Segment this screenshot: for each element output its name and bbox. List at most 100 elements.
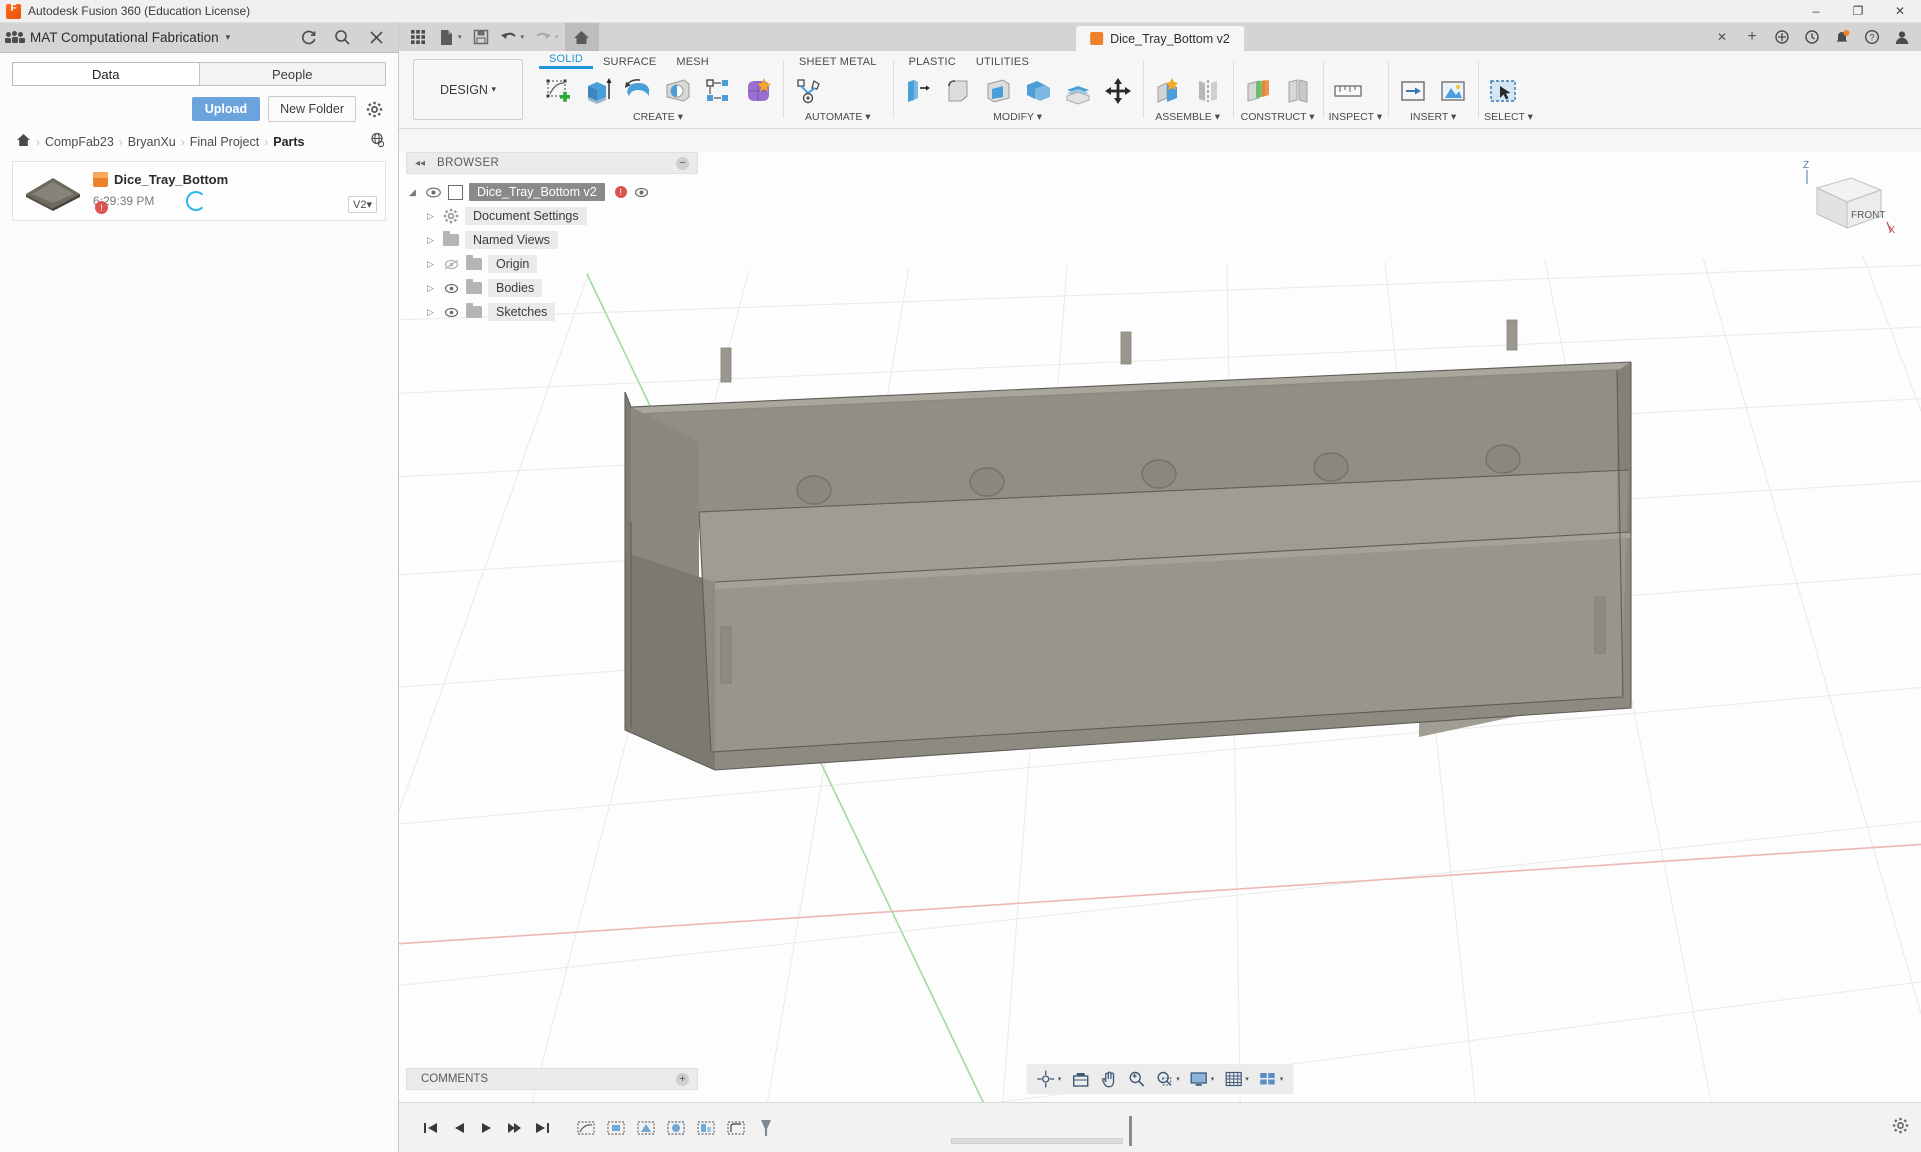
add-comment-icon[interactable]: + — [676, 1072, 689, 1086]
offset-face-icon[interactable] — [1059, 72, 1097, 110]
tab-utilities[interactable]: UTILITIES — [966, 56, 1039, 69]
list-item[interactable]: Dice_Tray_Bottom 6:29:39 PM ! V2▾ — [12, 161, 386, 221]
timeline-feature-item[interactable] — [635, 1118, 657, 1138]
view-cube-graphic[interactable]: FRONT — [1799, 160, 1895, 244]
chevron-down-icon[interactable]: ▾ — [458, 33, 462, 41]
grid-snap-icon[interactable] — [1220, 1067, 1246, 1091]
new-folder-button[interactable]: New Folder — [268, 96, 356, 122]
job-status-icon[interactable] — [1799, 25, 1825, 49]
ribbon-group-label-insert[interactable]: INSERT ▾ — [1394, 111, 1472, 125]
document-tab[interactable]: Dice_Tray_Bottom v2 — [1076, 26, 1244, 51]
step-forward-button[interactable] — [505, 1119, 523, 1137]
help-icon[interactable]: ? — [1859, 25, 1885, 49]
minimize-button[interactable]: – — [1795, 0, 1837, 23]
tree-label-named-views[interactable]: Named Views — [465, 231, 558, 249]
viewports-icon[interactable] — [1255, 1067, 1281, 1091]
sweep-icon[interactable] — [659, 72, 697, 110]
shell-icon[interactable] — [979, 72, 1017, 110]
timeline-feature-item[interactable] — [665, 1118, 687, 1138]
collapse-panel-icon[interactable]: ◂◂ — [415, 158, 425, 169]
offset-plane-icon[interactable] — [1239, 72, 1277, 110]
automate-icon[interactable] — [789, 72, 827, 110]
upload-button[interactable]: Upload — [191, 97, 261, 121]
look-at-icon[interactable] — [1067, 1067, 1093, 1091]
tree-label-origin[interactable]: Origin — [488, 255, 538, 273]
document-tab-close-icon[interactable]: ✕ — [1709, 25, 1735, 49]
tab-data[interactable]: Data — [12, 62, 199, 86]
expand-arrow-icon[interactable]: ▷ — [424, 259, 437, 270]
tab-sheet-metal[interactable]: SHEET METAL — [789, 56, 887, 69]
redo-icon[interactable] — [530, 25, 556, 49]
pattern-icon[interactable] — [699, 72, 737, 110]
revolve-icon[interactable] — [619, 72, 657, 110]
chevron-down-icon[interactable]: ▾ — [226, 32, 231, 43]
refresh-icon[interactable] — [298, 28, 318, 48]
app-grid-icon[interactable] — [405, 25, 431, 49]
axis-icon[interactable] — [1279, 72, 1317, 110]
notifications-icon[interactable] — [1829, 25, 1855, 49]
timeline-feature-item[interactable] — [725, 1118, 747, 1138]
tab-people[interactable]: People — [198, 62, 386, 86]
view-cube[interactable]: Z X FRONT — [1799, 160, 1895, 244]
ribbon-group-label-select[interactable]: SELECT ▾ — [1484, 111, 1533, 125]
form-icon[interactable] — [739, 72, 777, 110]
ribbon-group-label-modify[interactable]: MODIFY ▾ — [899, 111, 1137, 125]
step-back-button[interactable] — [449, 1119, 467, 1137]
maximize-button[interactable]: ❐ — [1837, 0, 1879, 23]
account-icon[interactable] — [1889, 25, 1915, 49]
jump-to-end-button[interactable] — [533, 1119, 551, 1137]
close-panel-icon[interactable] — [366, 28, 386, 48]
expand-arrow-icon[interactable]: ▷ — [424, 235, 437, 246]
decal-icon[interactable] — [1434, 72, 1472, 110]
visibility-eye-icon[interactable] — [425, 186, 442, 198]
workspace-switcher[interactable]: DESIGN ▾ — [413, 59, 523, 120]
tab-solid[interactable]: SOLID — [539, 53, 594, 69]
globe-icon[interactable] — [370, 132, 386, 151]
expand-arrow-icon[interactable]: ▷ — [424, 283, 437, 294]
home-icon[interactable] — [16, 133, 31, 150]
comments-panel[interactable]: COMMENTS + — [406, 1068, 698, 1090]
play-button[interactable] — [477, 1119, 495, 1137]
tree-label-root[interactable]: Dice_Tray_Bottom v2 — [469, 183, 605, 201]
home-icon[interactable] — [564, 23, 599, 51]
search-icon[interactable] — [332, 28, 352, 48]
press-pull-icon[interactable] — [899, 72, 937, 110]
file-version-badge[interactable]: V2▾ — [348, 196, 377, 213]
hub-name[interactable]: MAT Computational Fabrication — [30, 30, 219, 45]
ribbon-group-label-inspect[interactable]: INSPECT ▾ — [1329, 111, 1383, 125]
zoom-window-icon[interactable] — [1151, 1067, 1177, 1091]
tab-mesh[interactable]: MESH — [666, 56, 719, 69]
viewport-3d[interactable]: ◂◂ BROWSER − ◢ Dice_Tray_Bottom v2 ! ▷ D… — [399, 152, 1921, 1152]
chevron-down-icon[interactable]: ▾ — [521, 33, 525, 41]
chevron-down-icon[interactable]: ▾ — [1176, 1075, 1180, 1083]
chevron-down-icon[interactable]: ▾ — [1245, 1075, 1249, 1083]
timeline-feature-item[interactable] — [575, 1118, 597, 1138]
tab-plastic[interactable]: PLASTIC — [899, 56, 966, 69]
expand-arrow-icon[interactable]: ◢ — [406, 187, 419, 198]
new-document-icon[interactable] — [433, 25, 459, 49]
breadcrumb-item-bryanxu[interactable]: BryanXu — [128, 135, 176, 149]
joint-icon[interactable] — [1189, 72, 1227, 110]
tree-label-sketches[interactable]: Sketches — [488, 303, 556, 321]
tree-node-sketches[interactable]: ▷ Sketches — [406, 300, 698, 324]
chevron-down-icon[interactable]: ▾ — [555, 33, 559, 41]
expand-arrow-icon[interactable]: ▷ — [424, 211, 437, 222]
new-component-icon[interactable] — [1149, 72, 1187, 110]
gear-icon[interactable] — [364, 99, 384, 119]
create-sketch-icon[interactable] — [539, 72, 577, 110]
visibility-eye-icon[interactable] — [633, 187, 650, 198]
timeline-feature-item[interactable] — [695, 1118, 717, 1138]
chevron-down-icon[interactable]: ▾ — [1280, 1075, 1284, 1083]
extensions-icon[interactable] — [1769, 25, 1795, 49]
extrude-icon[interactable] — [579, 72, 617, 110]
tree-node-named-views[interactable]: ▷ Named Views — [406, 228, 698, 252]
timeline-feature-item[interactable] — [605, 1118, 627, 1138]
orbit-icon[interactable] — [1033, 1067, 1059, 1091]
close-button[interactable]: ✕ — [1879, 0, 1921, 23]
tree-label-bodies[interactable]: Bodies — [488, 279, 543, 297]
combine-icon[interactable] — [1019, 72, 1057, 110]
timeline-playhead[interactable] — [1129, 1116, 1132, 1146]
tree-node-bodies[interactable]: ▷ Bodies — [406, 276, 698, 300]
tree-node-root[interactable]: ◢ Dice_Tray_Bottom v2 ! — [406, 180, 698, 204]
breadcrumb-item-final-project[interactable]: Final Project — [190, 135, 259, 149]
